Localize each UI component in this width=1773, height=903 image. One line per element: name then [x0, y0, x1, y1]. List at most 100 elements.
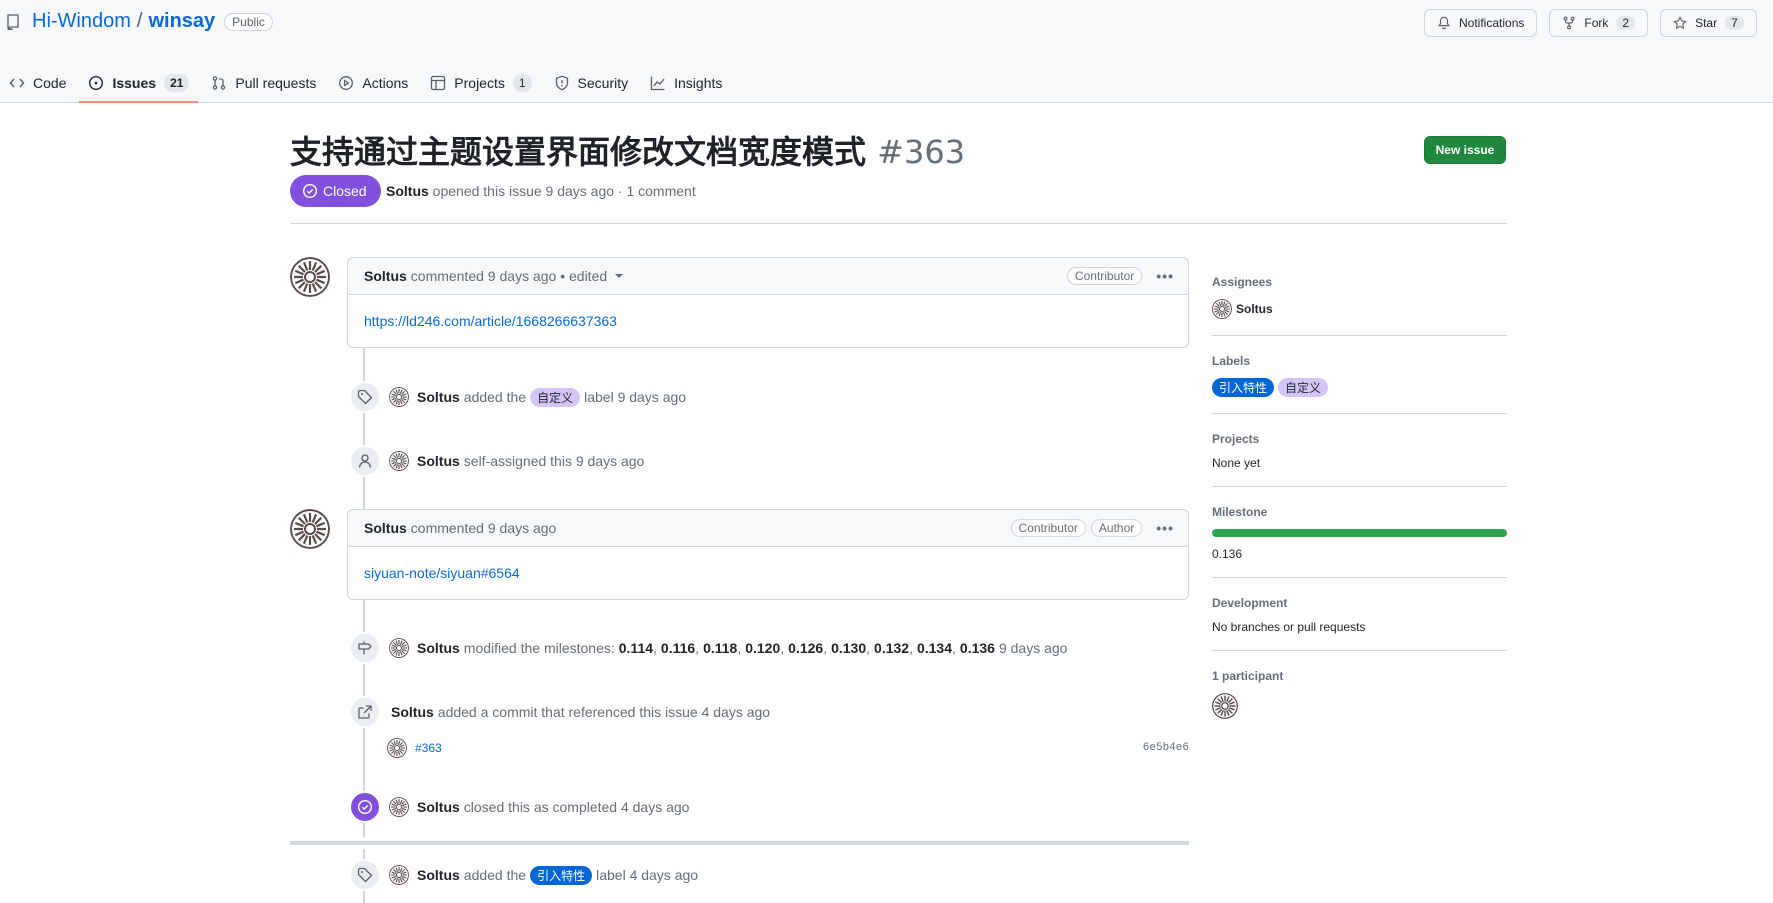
comment-link[interactable]: https://ld246.com/article/1668266637363	[364, 313, 617, 329]
sidebar-heading: Assignees	[1212, 275, 1273, 289]
avatar[interactable]	[1212, 693, 1238, 719]
avatar[interactable]	[389, 387, 409, 407]
event-author[interactable]: Soltus	[417, 867, 460, 883]
star-button[interactable]: Star 7	[1660, 9, 1757, 37]
comment-body: https://ld246.com/article/1668266637363	[348, 295, 1188, 347]
event-author[interactable]: Soltus	[417, 799, 460, 815]
tab-insights[interactable]: Insights	[641, 62, 731, 103]
event-author[interactable]: Soltus	[417, 389, 460, 405]
milestone-name[interactable]: 0.114	[619, 640, 653, 656]
issue-closed-icon	[349, 791, 381, 823]
event-author[interactable]: Soltus	[417, 453, 460, 469]
milestone-name[interactable]: 0.118	[703, 640, 737, 656]
sidebar-heading: Development	[1212, 596, 1288, 610]
fork-button[interactable]: Fork 2	[1549, 9, 1649, 37]
tab-security[interactable]: Security	[545, 62, 638, 103]
avatar[interactable]	[389, 797, 409, 817]
star-count: 7	[1725, 16, 1744, 30]
timeline-event-label: Soltus added the 引入特性 label 4 days ago	[349, 859, 698, 891]
git-pull-request-icon	[213, 75, 226, 90]
repo-name-link[interactable]: winsay	[148, 10, 215, 33]
label-pill[interactable]: 引入特性	[1212, 378, 1275, 397]
cross-reference-icon	[349, 696, 381, 728]
repo-icon	[7, 13, 19, 30]
comment-timestamp[interactable]: commented 9 days ago	[411, 520, 557, 536]
projects-value: None yet	[1212, 456, 1261, 470]
comment-link[interactable]: siyuan-note/siyuan#6564	[364, 565, 520, 581]
issue-state-badge: Closed	[290, 175, 381, 207]
kebab-horizontal-icon[interactable]: •••	[1156, 268, 1174, 284]
commit-message-link[interactable]: #363	[415, 741, 442, 755]
header-divider	[290, 223, 1507, 224]
avatar[interactable]	[1212, 299, 1232, 319]
sidebar-assignees[interactable]: Assignees Soltus	[1212, 257, 1507, 336]
event-text: added the	[463, 867, 527, 883]
repo-owner-link[interactable]: Hi-Windom	[32, 10, 131, 33]
tab-actions[interactable]: Actions	[329, 62, 417, 103]
milestone-name[interactable]: 0.136	[960, 640, 995, 656]
comment-author[interactable]: Soltus	[364, 520, 407, 536]
tab-issues[interactable]: Issues 21	[79, 62, 199, 103]
tag-icon	[349, 859, 381, 891]
comment-author[interactable]: Soltus	[364, 268, 407, 284]
issue-sidebar: Assignees Soltus Labels 引入特性 自定义 Project…	[1212, 257, 1507, 738]
event-author[interactable]: Soltus	[417, 640, 460, 656]
milestone-icon	[349, 632, 381, 664]
development-value: No branches or pull requests	[1212, 620, 1366, 634]
sidebar-heading: Projects	[1212, 432, 1260, 446]
timeline-event-assign: Soltus self-assigned this 9 days ago	[349, 445, 644, 477]
bell-icon	[1438, 16, 1450, 30]
avatar[interactable]	[290, 509, 330, 549]
tab-code[interactable]: Code	[0, 62, 75, 103]
new-issue-button[interactable]: New issue	[1424, 136, 1506, 164]
sidebar-development[interactable]: Development No branches or pull requests	[1212, 578, 1507, 651]
label-pill[interactable]: 自定义	[530, 387, 581, 407]
sidebar-labels[interactable]: Labels 引入特性 自定义	[1212, 336, 1507, 414]
sidebar-milestone[interactable]: Milestone 0.136	[1212, 487, 1507, 578]
event-text: self-assigned this 9 days ago	[463, 453, 645, 469]
event-text: added a commit that referenced this issu…	[437, 704, 771, 720]
milestone-name[interactable]: 0.116	[661, 640, 695, 656]
sidebar-projects[interactable]: Projects None yet	[1212, 414, 1507, 487]
notifications-button[interactable]: Notifications	[1424, 9, 1538, 37]
avatar[interactable]	[389, 451, 409, 471]
commit-sha[interactable]: 6e5b4e6	[1143, 742, 1189, 754]
tab-issues-count: 21	[164, 73, 190, 92]
sidebar-participants: 1 participant	[1212, 651, 1507, 738]
milestone-name[interactable]: 0.126	[788, 640, 823, 656]
repo-title: Hi-Windom / winsay Public	[6, 10, 273, 33]
event-author[interactable]: Soltus	[391, 704, 434, 720]
comment-timestamp[interactable]: commented 9 days ago • edited	[411, 268, 607, 284]
label-pill[interactable]: 引入特性	[530, 865, 593, 885]
avatar[interactable]	[290, 257, 330, 297]
milestone-name[interactable]: 0.130	[831, 640, 866, 656]
play-icon	[339, 75, 354, 90]
kebab-horizontal-icon[interactable]: •••	[1156, 520, 1174, 536]
avatar[interactable]	[387, 738, 407, 758]
tab-issues-label: Issues	[112, 74, 157, 91]
issue-title-text: 支持通过主题设置界面修改文档宽度模式	[290, 133, 867, 171]
assignee-item[interactable]: Soltus	[1212, 299, 1507, 319]
tab-code-label: Code	[33, 74, 67, 91]
issue-author[interactable]: Soltus	[386, 183, 429, 199]
milestone-name[interactable]: 0.132	[874, 640, 909, 656]
milestone-value[interactable]: 0.136	[1212, 547, 1507, 561]
event-text: label 9 days ago	[584, 389, 687, 405]
milestone-name[interactable]: 0.120	[745, 640, 780, 656]
milestone-progress-bar	[1212, 529, 1507, 537]
tab-projects[interactable]: Projects 1	[421, 62, 540, 103]
tab-actions-label: Actions	[362, 74, 409, 91]
comment-header: Soltus commented 9 days ago • edited Con…	[348, 258, 1188, 295]
sidebar-heading: Labels	[1212, 354, 1251, 368]
event-text: 9 days ago	[998, 640, 1068, 656]
assignee-name[interactable]: Soltus	[1236, 302, 1273, 316]
tab-pull-requests[interactable]: Pull requests	[202, 62, 325, 103]
commit-row: #363 6e5b4e6	[387, 738, 1189, 758]
milestone-name[interactable]: 0.134	[917, 640, 952, 656]
avatar[interactable]	[389, 638, 409, 658]
label-pill[interactable]: 自定义	[1278, 378, 1329, 397]
issue-number: #363	[877, 133, 966, 171]
chevron-down-icon[interactable]	[615, 274, 624, 278]
graph-icon	[650, 76, 665, 90]
avatar[interactable]	[389, 865, 409, 885]
